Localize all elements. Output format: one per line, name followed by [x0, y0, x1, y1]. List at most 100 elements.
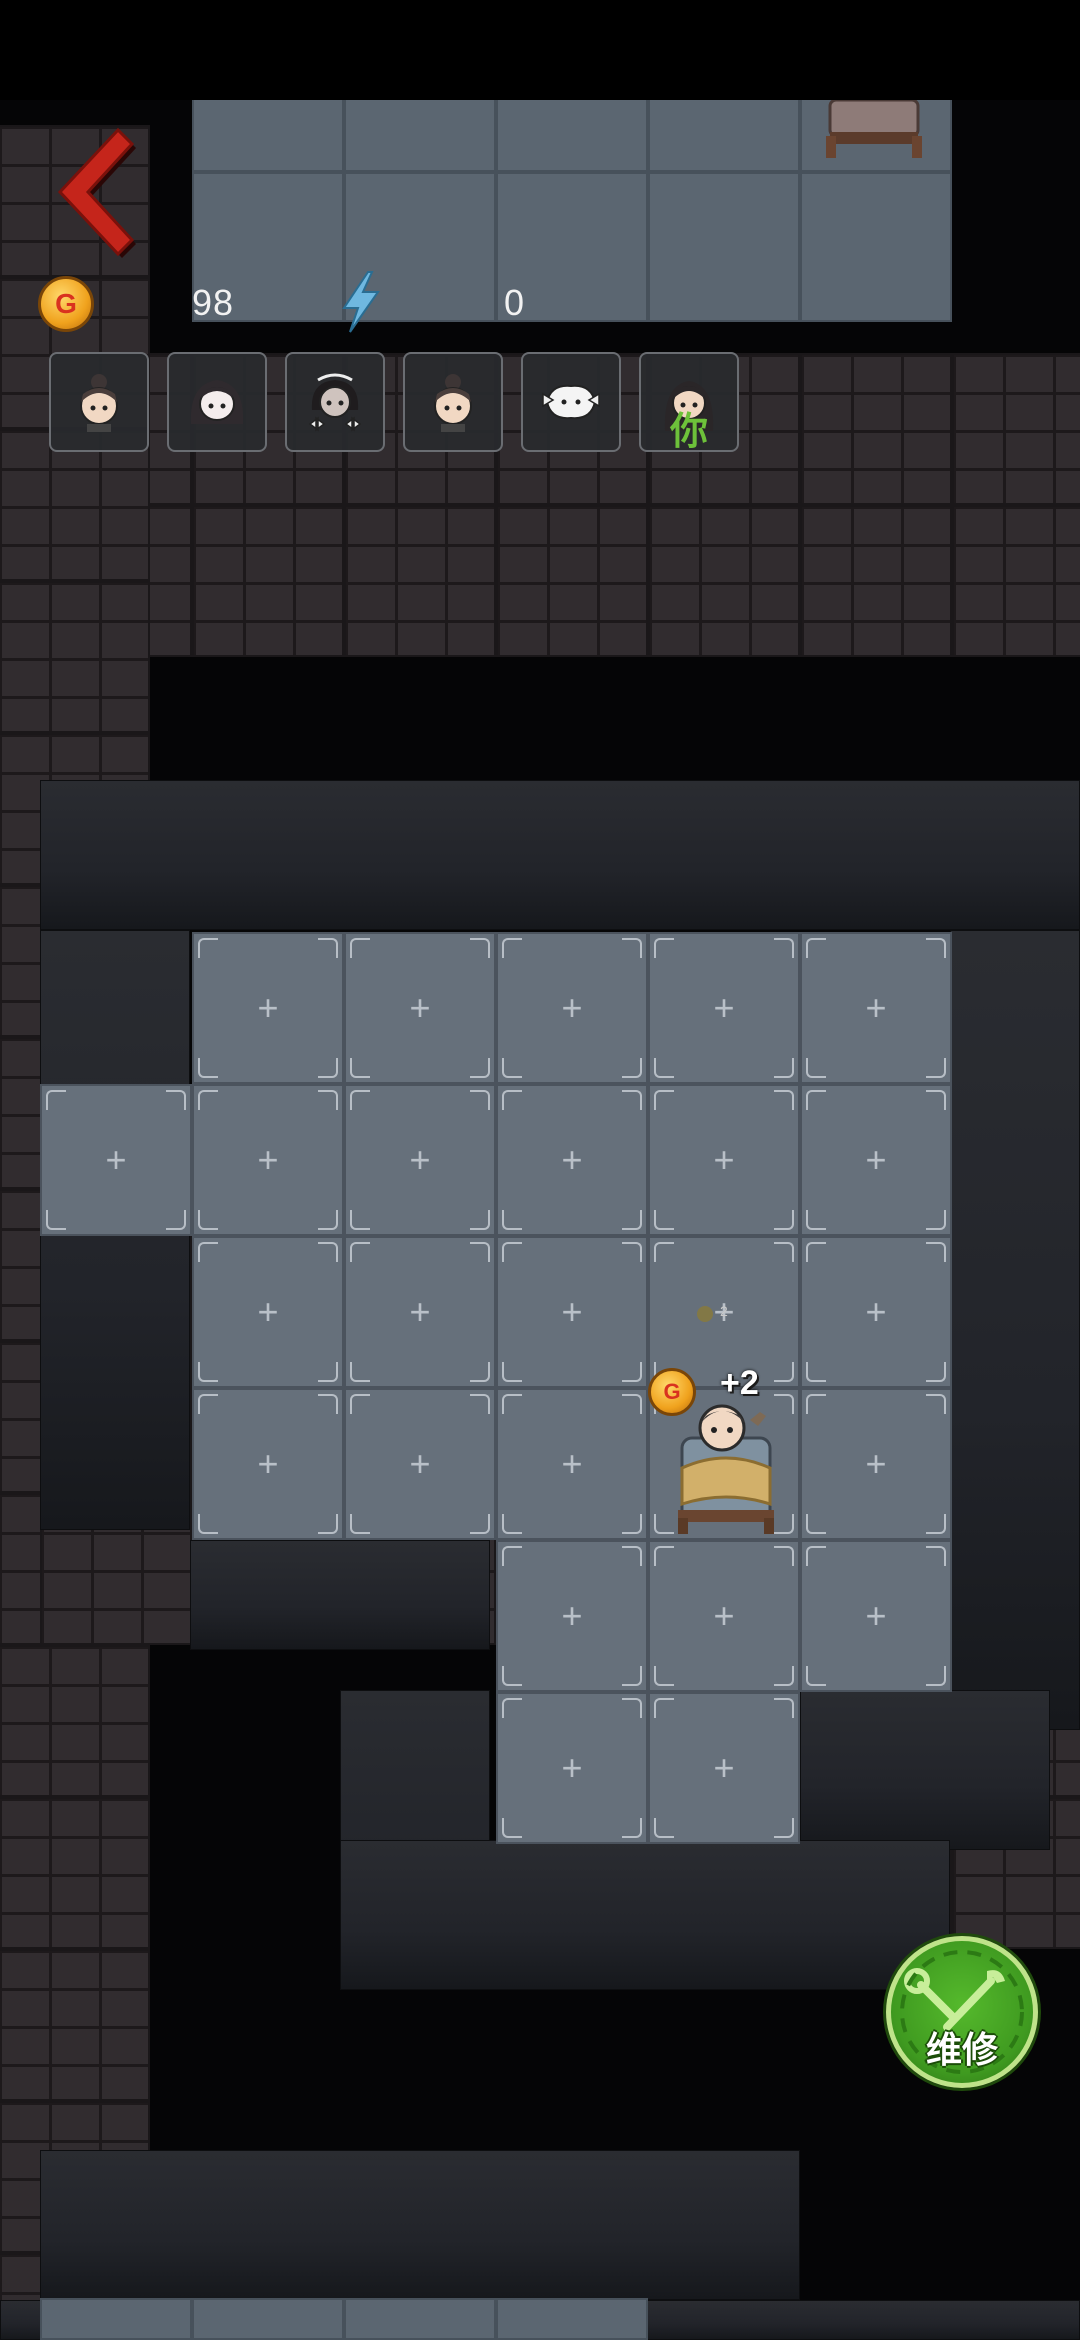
tile-corner-marker: [806, 1514, 826, 1534]
tile-corner-marker: [654, 1090, 674, 1110]
tile-corner-marker: [774, 1818, 794, 1838]
buildable-floor-tile[interactable]: +: [192, 1388, 344, 1540]
top-room-floor-tile: [648, 172, 800, 322]
tile-corner-marker: [622, 1058, 642, 1078]
add-tile-icon: +: [561, 1291, 583, 1332]
tile-corner-marker: [470, 1514, 490, 1534]
tile-corner-marker: [318, 1090, 338, 1110]
buildable-floor-tile[interactable]: +: [496, 932, 648, 1084]
player-avatar-dark-hair-bows-icon: [308, 373, 362, 432]
buildable-floor-tile[interactable]: +: [192, 932, 344, 1084]
bottom-floor-tile: [192, 2298, 344, 2340]
tile-corner-marker: [654, 1242, 674, 1262]
tile-corner-marker: [622, 1514, 642, 1534]
buildable-floor-tile[interactable]: +: [800, 1236, 952, 1388]
brick-block: [344, 505, 496, 657]
add-tile-icon: +: [865, 1291, 887, 1332]
buildable-floor-tile[interactable]: +: [192, 1084, 344, 1236]
tile-corner-marker: [926, 1546, 946, 1566]
tile-corner-marker: [502, 1210, 522, 1230]
add-tile-icon: +: [561, 1595, 583, 1636]
tile-corner-marker: [926, 1394, 946, 1414]
tile-corner-marker: [470, 1362, 490, 1382]
tile-corner-marker: [926, 1090, 946, 1110]
repair-button[interactable]: 维修: [886, 1936, 1038, 2088]
tile-corner-marker: [622, 1210, 642, 1230]
buildable-floor-tile[interactable]: +: [344, 1236, 496, 1388]
tile-corner-marker: [926, 1362, 946, 1382]
tile-corner-marker: [350, 1210, 370, 1230]
buildable-floor-tile[interactable]: +: [344, 1084, 496, 1236]
tile-corner-marker: [774, 1698, 794, 1718]
tile-corner-marker: [622, 1394, 642, 1414]
add-tile-icon: +: [257, 1443, 279, 1484]
tile-corner-marker: [622, 1090, 642, 1110]
player-slot-1[interactable]: [49, 352, 149, 452]
faint-coin-label: 2: [720, 1303, 728, 1319]
gold-amount: 98: [192, 282, 235, 323]
buildable-floor-tile[interactable]: +: [648, 932, 800, 1084]
corridor-wall: [40, 2150, 800, 2300]
player-slot-4[interactable]: [403, 352, 503, 452]
buildable-floor-tile[interactable]: +: [344, 932, 496, 1084]
buildable-floor-tile[interactable]: +: [800, 1084, 952, 1236]
buildable-floor-tile[interactable]: +: [800, 1540, 952, 1692]
tile-corner-marker: [502, 1090, 522, 1110]
status-bar: [0, 0, 1080, 100]
tile-corner-marker: [654, 1210, 674, 1230]
buildable-floor-tile[interactable]: +: [800, 932, 952, 1084]
player-slot-2[interactable]: [167, 352, 267, 452]
tile-corner-marker: [806, 1362, 826, 1382]
add-tile-icon: +: [561, 987, 583, 1028]
tile-corner-marker: [926, 1242, 946, 1262]
buildable-floor-tile[interactable]: +: [496, 1540, 648, 1692]
buildable-floor-tile[interactable]: +: [496, 1084, 648, 1236]
tile-corner-marker: [350, 1362, 370, 1382]
buildable-floor-tile[interactable]: +: [344, 1388, 496, 1540]
tile-corner-marker: [318, 1210, 338, 1230]
tile-corner-marker: [774, 1210, 794, 1230]
energy-amount: 0: [504, 282, 526, 323]
brick-block: [0, 1949, 150, 2101]
tile-corner-marker: [350, 1394, 370, 1414]
tile-corner-marker: [198, 938, 218, 958]
tile-corner-marker: [318, 1394, 338, 1414]
add-tile-icon: +: [257, 1139, 279, 1180]
tile-corner-marker: [318, 1514, 338, 1534]
player-slot-you[interactable]: 你: [639, 352, 739, 453]
buildable-floor-tile[interactable]: +: [648, 1692, 800, 1844]
add-tile-icon: +: [561, 1139, 583, 1180]
corridor-wall: [800, 1690, 1050, 1850]
buildable-floor-tile[interactable]: +: [648, 1540, 800, 1692]
buildable-floor-tile[interactable]: +: [496, 1236, 648, 1388]
brick-block: [0, 581, 150, 733]
tile-corner-marker: [502, 1666, 522, 1686]
buildable-floor-tile[interactable]: +: [496, 1388, 648, 1540]
corridor-wall: [190, 1540, 490, 1650]
add-tile-icon: +: [713, 1139, 735, 1180]
player-avatar-girl-bun-icon: [80, 374, 118, 432]
player-slot-5[interactable]: [521, 352, 621, 452]
player-bed[interactable]: [668, 1398, 784, 1534]
player-slot-3[interactable]: [285, 352, 385, 452]
tile-corner-marker: [198, 1242, 218, 1262]
buildable-floor-tile[interactable]: +: [496, 1692, 648, 1844]
faint-coin-marker: [697, 1306, 713, 1322]
you-label: 你: [669, 409, 708, 453]
repair-label: 维修: [925, 2030, 998, 2071]
add-tile-icon: +: [409, 987, 431, 1028]
bed-top-room[interactable]: [826, 100, 922, 158]
add-tile-icon: +: [713, 1747, 735, 1788]
tile-corner-marker: [806, 1394, 826, 1414]
buildable-floor-tile[interactable]: +: [192, 1236, 344, 1388]
buildable-floor-tile[interactable]: +: [648, 1084, 800, 1236]
tile-corner-marker: [350, 1058, 370, 1078]
tile-corner-marker: [502, 1362, 522, 1382]
buildable-floor-tile[interactable]: +: [40, 1084, 192, 1236]
buildable-floor-tile[interactable]: +: [800, 1388, 952, 1540]
add-tile-icon: +: [865, 987, 887, 1028]
add-tile-icon: +: [257, 1291, 279, 1332]
back-arrow-icon[interactable]: [40, 122, 140, 262]
tile-corner-marker: [502, 1394, 522, 1414]
tile-corner-marker: [198, 1210, 218, 1230]
